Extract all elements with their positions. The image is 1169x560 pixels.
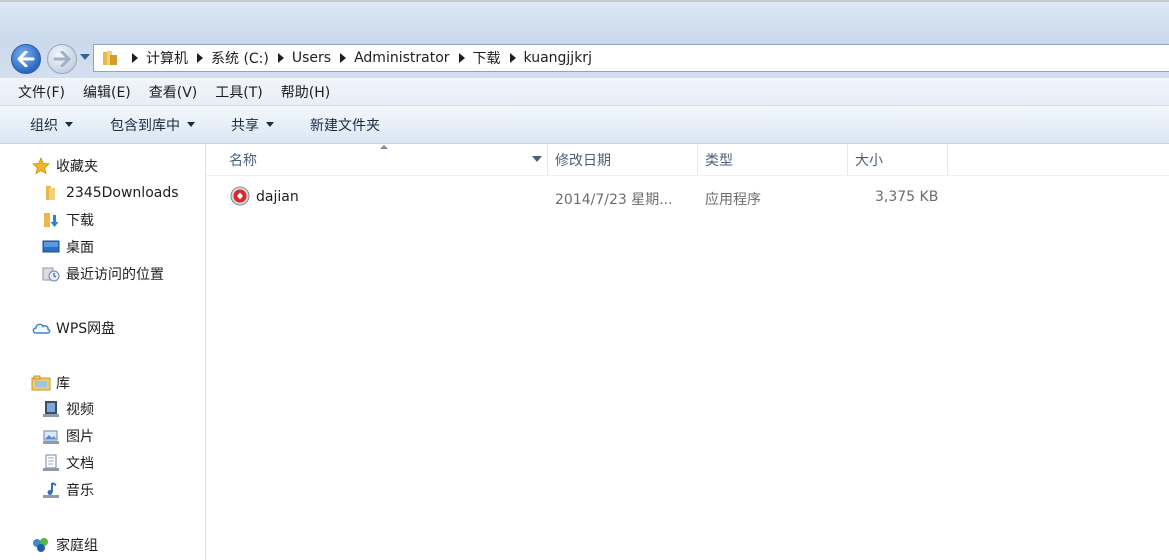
- new-folder-label: 新建文件夹: [310, 117, 380, 134]
- nav-libraries[interactable]: 库: [31, 373, 70, 393]
- organize-label: 组织: [30, 117, 58, 134]
- menu-tools[interactable]: 工具(T): [215, 82, 270, 102]
- nav-item-desktop[interactable]: 桌面: [41, 237, 94, 257]
- menu-edit[interactable]: 编辑(E): [83, 82, 139, 102]
- arrow-right-icon: [53, 51, 71, 67]
- menu-help[interactable]: 帮助(H): [281, 82, 338, 102]
- application-icon: [230, 186, 250, 210]
- nav-item-music[interactable]: 音乐: [41, 480, 94, 500]
- nav-item-pictures[interactable]: 图片: [41, 426, 94, 446]
- column-filter-dropdown[interactable]: [532, 156, 542, 162]
- share-label: 共享: [231, 117, 259, 134]
- nav-wps-label: WPS网盘: [56, 321, 116, 337]
- breadcrumb-separator[interactable]: [277, 53, 284, 63]
- music-icon: [41, 480, 61, 500]
- recent-pages-dropdown[interactable]: [80, 54, 90, 60]
- breadcrumb-separator[interactable]: [197, 53, 203, 63]
- address-row: 计算机 系统 (C:) Users Administrator 下载 kuang…: [0, 40, 1169, 78]
- nav-favorites-label: 收藏夹: [56, 159, 98, 175]
- breadcrumb-computer[interactable]: 计算机: [146, 48, 188, 68]
- column-header-size[interactable]: 大小: [848, 144, 948, 175]
- menu-file[interactable]: 文件(F): [18, 82, 73, 102]
- menu-view[interactable]: 查看(V): [149, 82, 206, 102]
- new-folder-button[interactable]: 新建文件夹: [310, 115, 380, 135]
- video-icon: [41, 399, 61, 419]
- breadcrumb-users[interactable]: Users: [292, 50, 331, 66]
- breadcrumb-separator[interactable]: [509, 53, 516, 63]
- nav-favorites[interactable]: 收藏夹: [31, 156, 98, 176]
- star-icon: [31, 156, 51, 176]
- navigation-pane[interactable]: 收藏夹 2345Downloads 下载 桌面 最近访问的位置 WPS网盘 库 …: [0, 144, 206, 560]
- nav-item-documents[interactable]: 文档: [41, 453, 94, 473]
- menu-bar: 文件(F) 编辑(E) 查看(V) 工具(T) 帮助(H): [0, 78, 1169, 106]
- share-button[interactable]: 共享: [231, 115, 274, 135]
- nav-item-label: 2345Downloads: [66, 185, 179, 201]
- file-list-pane[interactable]: 名称 修改日期 类型 大小 dajian 2014/7/23 星期... 应用程…: [206, 144, 1169, 560]
- column-modified-label: 修改日期: [555, 152, 611, 169]
- nav-item-label: 下载: [66, 213, 94, 229]
- column-header-modified[interactable]: 修改日期: [548, 144, 698, 175]
- document-icon: [41, 453, 61, 473]
- chevron-down-icon: [65, 122, 73, 127]
- nav-item-2345downloads[interactable]: 2345Downloads: [41, 183, 179, 203]
- nav-item-label: 最近访问的位置: [66, 267, 164, 283]
- breadcrumb-system-c[interactable]: 系统 (C:): [211, 48, 269, 68]
- breadcrumb-administrator[interactable]: Administrator: [354, 50, 449, 66]
- library-icon: [31, 373, 51, 393]
- nav-item-label: 文档: [66, 456, 94, 472]
- folder-icon: [41, 183, 61, 203]
- column-header-name[interactable]: 名称: [206, 144, 548, 175]
- address-bar[interactable]: 计算机 系统 (C:) Users Administrator 下载 kuang…: [93, 44, 1169, 72]
- column-type-label: 类型: [705, 152, 733, 169]
- nav-item-label: 图片: [66, 429, 94, 445]
- homegroup-icon: [31, 535, 51, 555]
- include-library-label: 包含到库中: [110, 117, 180, 134]
- breadcrumb-separator[interactable]: [132, 53, 138, 63]
- nav-item-recent-places[interactable]: 最近访问的位置: [41, 264, 164, 284]
- recent-places-icon: [41, 264, 61, 284]
- file-modified: 2014/7/23 星期...: [555, 192, 673, 208]
- nav-homegroup[interactable]: 家庭组: [31, 535, 98, 555]
- forward-button[interactable]: [47, 44, 77, 74]
- cloud-icon: [31, 318, 51, 338]
- nav-item-label: 视频: [66, 402, 94, 418]
- file-size: 3,375 KB: [875, 189, 939, 205]
- nav-wps-cloud[interactable]: WPS网盘: [31, 318, 115, 338]
- file-name[interactable]: dajian: [256, 189, 299, 205]
- folder-icon: [101, 47, 123, 69]
- nav-item-label: 桌面: [66, 240, 94, 256]
- breadcrumb-separator[interactable]: [340, 53, 347, 63]
- breadcrumb-kuangjjkrj[interactable]: kuangjjkrj: [524, 50, 592, 66]
- breadcrumb-separator[interactable]: [458, 53, 465, 63]
- include-library-button[interactable]: 包含到库中: [110, 115, 195, 135]
- desktop-icon: [41, 237, 61, 257]
- nav-homegroup-label: 家庭组: [56, 538, 98, 554]
- nav-item-label: 音乐: [66, 483, 94, 499]
- picture-icon: [41, 426, 61, 446]
- column-size-label: 大小: [855, 152, 883, 169]
- column-header-type[interactable]: 类型: [698, 144, 848, 175]
- breadcrumb-downloads[interactable]: 下载: [473, 48, 501, 68]
- back-button[interactable]: [11, 44, 41, 74]
- chevron-down-icon: [266, 122, 274, 127]
- nav-item-downloads[interactable]: 下载: [41, 210, 94, 230]
- nav-item-videos[interactable]: 视频: [41, 399, 94, 419]
- window-title-bar: [0, 0, 1169, 42]
- file-type: 应用程序: [705, 192, 761, 208]
- file-row[interactable]: dajian 2014/7/23 星期... 应用程序 3,375 KB: [206, 182, 1169, 212]
- chevron-down-icon: [187, 122, 195, 127]
- organize-button[interactable]: 组织: [30, 115, 73, 135]
- column-name-label: 名称: [229, 152, 257, 169]
- download-folder-icon: [41, 210, 61, 230]
- command-toolbar: 组织 包含到库中 共享 新建文件夹: [0, 106, 1169, 144]
- arrow-left-icon: [17, 51, 35, 67]
- nav-libraries-label: 库: [56, 376, 70, 392]
- sort-ascending-icon: [380, 145, 388, 149]
